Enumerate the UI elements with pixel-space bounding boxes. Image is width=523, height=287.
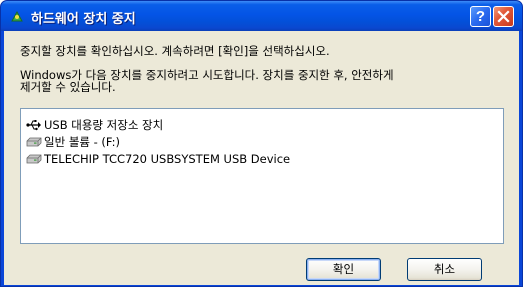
- usb-icon: [26, 120, 41, 131]
- ok-button[interactable]: 확인: [306, 258, 381, 281]
- description-text-line2: 제거할 수 있습니다.: [20, 80, 116, 94]
- close-icon: [497, 10, 510, 23]
- drive-icon: [26, 154, 42, 164]
- help-button[interactable]: ?: [470, 6, 491, 27]
- window-title: 하드웨어 장치 중지: [31, 12, 136, 27]
- dialog-body: 중지할 장치를 확인하십시오. 계속하려면 [확인]을 선택하십시오. Wind…: [4, 31, 519, 285]
- cancel-button[interactable]: 취소: [407, 258, 482, 281]
- dialog-window: 하드웨어 장치 중지 ? 중지할 장치를 확인하십시오. 계속하려면 [확인]을…: [0, 0, 523, 287]
- device-label: USB 대용량 저장소 장치: [44, 118, 164, 132]
- help-icon: ?: [475, 8, 486, 25]
- device-label: TELECHIP TCC720 USBSYSTEM USB Device: [44, 152, 291, 166]
- device-list-item-telechip[interactable]: TELECHIP TCC720 USBSYSTEM USB Device: [25, 151, 293, 167]
- hardware-icon: [11, 10, 23, 22]
- drive-icon: [26, 137, 42, 147]
- device-list-item-usb-storage[interactable]: USB 대용량 저장소 장치: [25, 117, 167, 133]
- close-button[interactable]: [493, 6, 514, 27]
- device-label: 일반 볼륨 - (F:): [44, 135, 121, 149]
- device-list-item-volume[interactable]: 일반 볼륨 - (F:): [25, 134, 123, 150]
- title-bar[interactable]: 하드웨어 장치 중지 ?: [1, 1, 522, 31]
- device-list[interactable]: USB 대용량 저장소 장치 일반 볼륨 - (F:) TELECHIP TCC…: [20, 108, 504, 244]
- instruction-text: 중지할 장치를 확인하십시오. 계속하려면 [확인]을 선택하십시오.: [20, 44, 330, 58]
